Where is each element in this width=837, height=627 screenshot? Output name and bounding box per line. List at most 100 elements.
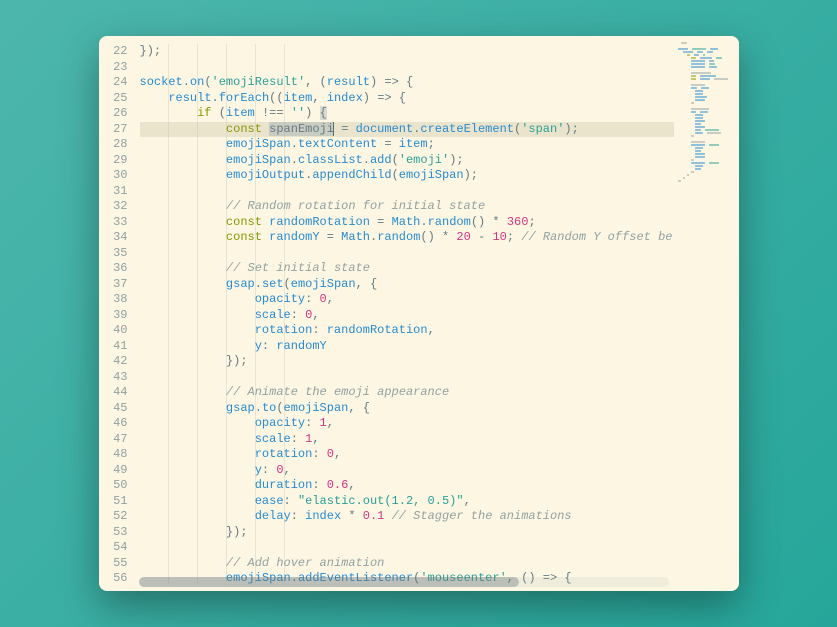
code-line[interactable] (140, 60, 674, 76)
code-line[interactable]: opacity: 0, (140, 292, 674, 308)
line-number: 35 (99, 246, 128, 262)
code-line[interactable]: const randomRotation = Math.random() * 3… (140, 215, 674, 231)
code-line[interactable]: gsap.set(emojiSpan, { (140, 277, 674, 293)
minimap-row (678, 69, 735, 71)
line-number: 52 (99, 509, 128, 525)
code-line[interactable]: emojiOutput.appendChild(emojiSpan); (140, 168, 674, 184)
line-number: 51 (99, 494, 128, 510)
minimap-row (678, 87, 735, 89)
code-line[interactable]: gsap.to(emojiSpan, { (140, 401, 674, 417)
line-number: 26 (99, 106, 128, 122)
line-number: 32 (99, 199, 128, 215)
line-number: 44 (99, 385, 128, 401)
code-line[interactable]: emojiSpan.classList.add('emoji'); (140, 153, 674, 169)
code-line[interactable] (140, 370, 674, 386)
line-number: 49 (99, 463, 128, 479)
code-line[interactable]: delay: index * 0.1 // Stagger the animat… (140, 509, 674, 525)
line-number: 50 (99, 478, 128, 494)
code-line[interactable]: // Animate the emoji appearance (140, 385, 674, 401)
code-line[interactable]: rotation: 0, (140, 447, 674, 463)
code-line[interactable] (140, 246, 674, 262)
minimap[interactable] (674, 36, 739, 591)
line-number: 38 (99, 292, 128, 308)
minimap-row (678, 96, 735, 98)
minimap-row (678, 168, 735, 170)
minimap-row (678, 177, 735, 179)
minimap-row (678, 90, 735, 92)
minimap-row (678, 108, 735, 110)
minimap-row (678, 150, 735, 152)
minimap-row (678, 51, 735, 53)
code-line[interactable]: socket.on('emojiResult', (result) => { (140, 75, 674, 91)
code-line[interactable] (140, 184, 674, 200)
code-line[interactable] (140, 540, 674, 556)
minimap-row (678, 174, 735, 176)
minimap-row (678, 126, 735, 128)
code-line[interactable]: const randomY = Math.random() * 20 - 10;… (140, 230, 674, 246)
horizontal-scrollbar[interactable] (139, 577, 669, 587)
scrollbar-thumb[interactable] (139, 577, 519, 587)
line-number: 39 (99, 308, 128, 324)
line-number: 42 (99, 354, 128, 370)
minimap-row (678, 93, 735, 95)
line-number: 24 (99, 75, 128, 91)
code-line[interactable]: duration: 0.6, (140, 478, 674, 494)
minimap-row (678, 54, 735, 56)
minimap-row (678, 153, 735, 155)
code-line[interactable]: y: 0, (140, 463, 674, 479)
minimap-row (678, 114, 735, 116)
code-line[interactable]: // Add hover animation (140, 556, 674, 572)
code-line[interactable]: result.forEach((item, index) => { (140, 91, 674, 107)
code-line[interactable]: }); (140, 44, 674, 60)
line-number: 56 (99, 571, 128, 587)
code-line[interactable]: }); (140, 354, 674, 370)
minimap-row (678, 84, 735, 86)
minimap-row (678, 132, 735, 134)
minimap-row (678, 156, 735, 158)
editor-body: 2223242526272829303132333435363738394041… (99, 36, 739, 591)
code-line[interactable]: emojiSpan.textContent = item; (140, 137, 674, 153)
line-number: 29 (99, 153, 128, 169)
minimap-row (678, 75, 735, 77)
code-line[interactable]: scale: 0, (140, 308, 674, 324)
line-number: 45 (99, 401, 128, 417)
code-line[interactable]: scale: 1, (140, 432, 674, 448)
minimap-row (678, 162, 735, 164)
code-line[interactable]: // Set initial state (140, 261, 674, 277)
line-number: 41 (99, 339, 128, 355)
minimap-row (678, 171, 735, 173)
gutter: 2223242526272829303132333435363738394041… (99, 36, 134, 591)
code-line[interactable]: rotation: randomRotation, (140, 323, 674, 339)
code-area[interactable]: }); socket.on('emojiResult', (result) => … (134, 36, 674, 591)
line-number: 40 (99, 323, 128, 339)
line-number: 54 (99, 540, 128, 556)
minimap-row (678, 141, 735, 143)
line-number: 30 (99, 168, 128, 184)
minimap-row (678, 102, 735, 104)
line-number: 25 (99, 91, 128, 107)
minimap-row (678, 42, 735, 44)
line-number: 34 (99, 230, 128, 246)
minimap-row (678, 72, 735, 74)
minimap-row (678, 105, 735, 107)
line-number: 23 (99, 60, 128, 76)
code-line[interactable]: const spanEmoji = document.createElement… (140, 122, 674, 138)
minimap-row (678, 60, 735, 62)
code-line[interactable]: // Random rotation for initial state (140, 199, 674, 215)
code-line[interactable]: }); (140, 525, 674, 541)
minimap-row (678, 66, 735, 68)
minimap-row (678, 63, 735, 65)
code-line[interactable]: if (item !== '') { (140, 106, 674, 122)
code-line[interactable]: ease: "elastic.out(1.2, 0.5)", (140, 494, 674, 510)
line-number: 48 (99, 447, 128, 463)
line-number: 43 (99, 370, 128, 386)
code-line[interactable]: opacity: 1, (140, 416, 674, 432)
minimap-row (678, 99, 735, 101)
code-line[interactable]: y: randomY (140, 339, 674, 355)
minimap-row (678, 165, 735, 167)
minimap-row (678, 117, 735, 119)
line-number: 53 (99, 525, 128, 541)
line-number: 31 (99, 184, 128, 200)
line-number: 28 (99, 137, 128, 153)
line-number: 37 (99, 277, 128, 293)
